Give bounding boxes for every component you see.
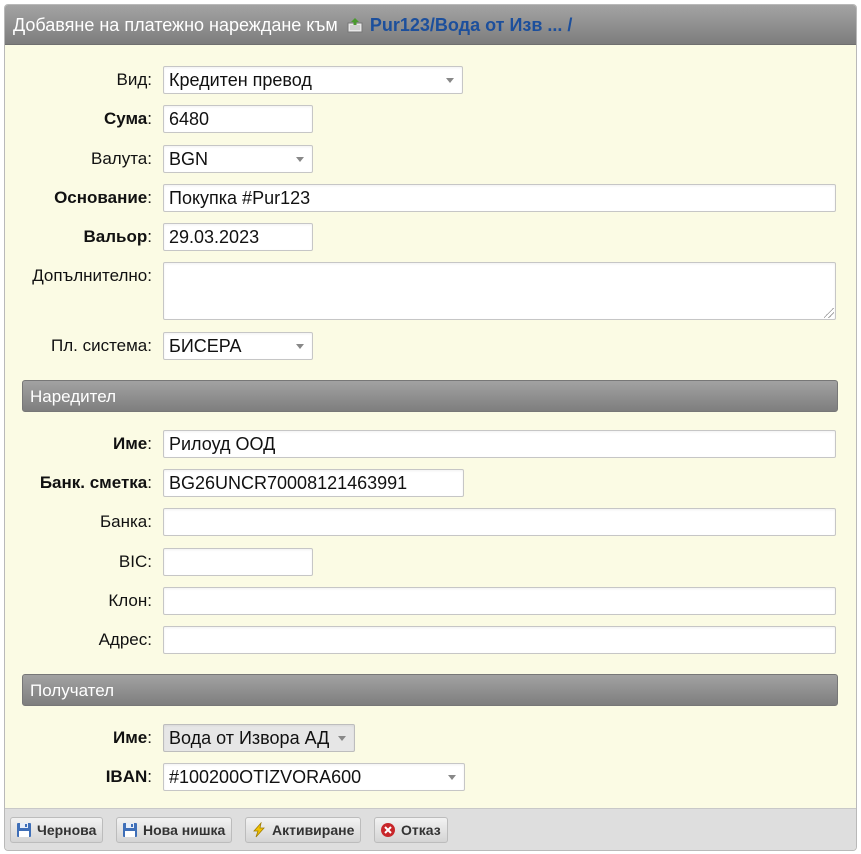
close-circle-icon <box>381 823 395 837</box>
save-icon <box>123 823 137 837</box>
valor-date-input[interactable]: 29.03.2023 <box>163 223 313 251</box>
save-icon <box>17 823 31 837</box>
vid-label: Вид: <box>116 70 153 89</box>
title-prefix: Добавяне на платежно нареждане към <box>13 15 338 35</box>
row-dopalnitelno: Допълнително: <box>5 262 856 320</box>
section-poluchatel: Получател <box>22 674 838 706</box>
bank-smetka-label: Банк. сметка: <box>39 473 152 492</box>
klon-label: Клон: <box>108 591 152 610</box>
payment-order-dialog: Добавяне на платежно нареждане към Pur12… <box>4 4 857 851</box>
poluchatel-ime-label: Име: <box>113 728 152 747</box>
pl-sistema-select[interactable]: БИСЕРА <box>163 332 313 360</box>
adres-input[interactable] <box>163 626 836 654</box>
row-klon: Клон: <box>5 587 856 615</box>
resize-grip-icon[interactable] <box>824 308 834 318</box>
chevron-down-icon <box>448 775 456 780</box>
row-bic: BIC: <box>5 548 856 576</box>
row-naredital-ime: Име: Рилоуд ООД <box>5 430 856 458</box>
lightning-icon <box>253 822 265 838</box>
row-osnovanie: Основание: Покупка #Pur123 <box>5 184 856 212</box>
osnovanie-label: Основание: <box>54 188 152 207</box>
activate-button[interactable]: Активиране <box>245 817 362 843</box>
osnovanie-input[interactable]: Покупка #Pur123 <box>163 184 836 212</box>
pl-sistema-label: Пл. система: <box>50 336 152 355</box>
row-banka: Банка: <box>5 508 856 536</box>
suma-input[interactable]: 6480 <box>163 105 313 133</box>
bic-input[interactable] <box>163 548 313 576</box>
chevron-down-icon <box>296 157 304 162</box>
row-adres: Адрес: <box>5 626 856 654</box>
chevron-down-icon <box>296 344 304 349</box>
row-poluchatel-ime: Име: Вода от Извора АД <box>5 724 856 752</box>
bank-smetka-input[interactable]: BG26UNCR70008121463991 <box>163 469 464 497</box>
vid-select[interactable]: Кредитен превод <box>163 66 463 94</box>
naredital-ime-label: Име: <box>113 434 152 453</box>
valuta-select[interactable]: BGN <box>163 145 313 173</box>
dopalnitelno-textarea[interactable] <box>163 262 836 320</box>
valor-label: Вальор: <box>83 227 152 246</box>
row-iban: IBAN: #100200OTIZVORA600 <box>5 763 856 791</box>
naredital-ime-input[interactable]: Рилоуд ООД <box>163 430 836 458</box>
dialog-footer: Чернова Нова нишка Активиране Отказ <box>5 808 856 850</box>
iban-select[interactable]: #100200OTIZVORA600 <box>163 763 465 791</box>
banka-input[interactable] <box>163 508 836 536</box>
section-naredital: Наредител <box>22 380 838 412</box>
klon-input[interactable] <box>163 587 836 615</box>
banka-label: Банка: <box>100 512 152 531</box>
valuta-label: Валута: <box>91 149 152 168</box>
new-thread-button[interactable]: Нова нишка <box>116 817 233 843</box>
row-valor: Вальор: 29.03.2023 <box>5 223 856 251</box>
draft-button[interactable]: Чернова <box>10 817 104 843</box>
chevron-down-icon <box>446 78 454 83</box>
row-vid: Вид: Кредитен превод <box>5 66 856 94</box>
row-bank-smetka: Банк. сметка: BG26UNCR70008121463991 <box>5 469 856 497</box>
row-suma: Сума: 6480 <box>5 105 856 133</box>
dopalnitelno-label: Допълнително: <box>32 266 152 285</box>
purchase-icon <box>347 18 363 33</box>
row-valuta: Валута: BGN <box>5 145 856 173</box>
title-link[interactable]: Pur123/Вода от Изв ... / <box>370 15 573 35</box>
bic-label: BIC: <box>118 552 152 571</box>
row-pl-sistema: Пл. система: БИСЕРА <box>5 332 856 360</box>
chevron-down-icon <box>338 736 346 741</box>
suma-label: Сума: <box>103 109 152 128</box>
poluchatel-ime-select[interactable]: Вода от Извора АД <box>163 724 355 752</box>
dialog-title: Добавяне на платежно нареждане към Pur12… <box>5 5 856 45</box>
iban-label: IBAN: <box>105 767 152 786</box>
cancel-button[interactable]: Отказ <box>374 817 448 843</box>
adres-label: Адрес: <box>98 630 152 649</box>
